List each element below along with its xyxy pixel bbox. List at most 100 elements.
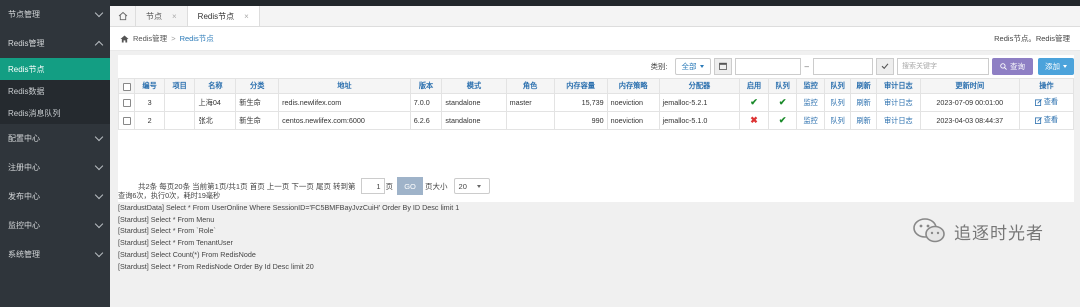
cell-refresh: 刷新 [850,93,877,112]
column-header[interactable]: 编号 [134,78,165,94]
log-line: [Stardust] Select Count(*) From RedisNod… [118,249,256,259]
column-header[interactable]: 队列 [767,78,798,94]
monitor-link[interactable]: 监控 [803,116,817,125]
queue-link[interactable]: 队列 [830,116,844,125]
start-date-input[interactable] [734,57,801,75]
redis-node-table: 编号 项目 名称 分类 地址 版本 模式 角色 内存容量 内存策略 分配器 启用… [117,78,1075,130]
column-header: 刷新 [850,78,877,94]
date-separator: – [804,61,809,71]
breadcrumb: Redis管理 > Redis节点 [120,33,214,44]
search-input[interactable]: 搜索关键字 [897,57,989,75]
category-value: 全部 [681,61,697,71]
check-icon[interactable] [876,57,894,75]
sidebar-group-redis-manage[interactable]: Redis管理 [0,29,110,58]
sidebar-item-redis-queue[interactable]: Redis消息队列 [0,102,110,124]
cell-policy: noeviction [606,111,660,130]
chevron-down-icon [94,219,104,229]
sidebar-group-registry[interactable]: 注册中心 [0,153,110,182]
column-header[interactable]: 项目 [163,78,196,94]
cell-address: centos.newlifex.com:6000 [278,111,411,130]
tab-redis-node[interactable]: Redis节点 × [187,6,260,26]
breadcrumb-separator: > [171,34,176,43]
row-select-cell[interactable] [117,93,136,112]
chevron-down-icon [94,132,104,142]
column-header[interactable]: 分类 [235,78,280,94]
check-icon: ✔ [778,115,787,125]
column-header[interactable]: 角色 [505,78,555,94]
cell-memory: 15,739 [553,93,608,112]
column-header[interactable]: 更新时间 [919,78,1020,94]
check-glyph [881,63,889,70]
select-all-cell[interactable] [117,78,136,94]
sidebar-group-label: 节点管理 [8,10,40,19]
sidebar-item-redis-node[interactable]: Redis节点 [0,58,110,80]
list-panel: 类别: 全部 – 搜索关键字 查询 添加 编号 项目 名称 分类 地址 版本 模… [117,55,1075,202]
view-button[interactable]: 查看 [1034,115,1058,125]
audit-log-link[interactable]: 审计日志 [884,98,913,107]
row-select-cell[interactable] [117,111,136,130]
breadcrumb-root[interactable]: Redis管理 [133,33,167,44]
query-button[interactable]: 查询 [992,57,1033,75]
log-line: [Stardust] Select * From RedisNode Order… [118,261,314,271]
page-title: Redis节点。Redis管理 [994,34,1070,43]
caret-down-icon [699,64,704,68]
column-header[interactable]: 内存策略 [606,78,660,94]
tab-node[interactable]: 节点 × [136,6,188,26]
main-content: Redis管理 > Redis节点 Redis节点。Redis管理 类别: 全部… [110,27,1080,307]
column-header[interactable]: 启用 [739,78,769,94]
column-header[interactable]: 名称 [194,78,237,94]
queue-link[interactable]: 队列 [830,98,844,107]
column-header[interactable]: 模式 [441,78,507,94]
column-header[interactable]: 版本 [409,78,443,94]
view-button[interactable]: 查看 [1034,97,1059,107]
row-checkbox[interactable] [122,99,131,108]
sidebar-item-redis-data[interactable]: Redis数据 [0,80,110,102]
cell-allocator: jemalloc-5.1.0 [658,111,741,130]
monitor-link[interactable]: 监控 [803,98,817,107]
cell-id: 2 [134,111,165,130]
add-button[interactable]: 添加 [1038,57,1074,75]
cell-address: redis.newlifex.com [278,93,411,112]
home-tab[interactable] [110,6,136,26]
check-icon: ✔ [778,97,787,107]
breadcrumb-current[interactable]: Redis节点 [180,33,214,44]
refresh-link[interactable]: 刷新 [856,98,870,107]
cell-monitor: 监控 [796,111,825,130]
column-header[interactable]: 地址 [278,78,411,94]
view-label: 查看 [1043,97,1059,107]
calendar-glyph [718,62,727,70]
table-header-row: 编号 项目 名称 分类 地址 版本 模式 角色 内存容量 内存策略 分配器 启用… [117,78,1075,94]
edit-icon [1034,116,1042,124]
sidebar-group-system[interactable]: 系统管理 [0,240,110,269]
cell-queue: 队列 [823,93,852,112]
audit-log-link[interactable]: 审计日志 [884,116,913,125]
sidebar-group-deploy[interactable]: 发布中心 [0,182,110,211]
sidebar-group-label: 系统管理 [8,250,40,259]
close-icon[interactable]: × [172,12,177,21]
chevron-down-icon [94,161,104,171]
column-header[interactable]: 分配器 [658,78,741,94]
cell-updated: 2023-04-03 08:44:37 [919,111,1020,130]
cell-project [163,93,196,112]
category-label: 类别: [650,61,668,71]
calendar-icon[interactable] [713,57,732,75]
row-checkbox[interactable] [122,117,131,126]
category-dropdown[interactable]: 全部 [674,57,711,75]
end-date-input[interactable] [813,57,873,75]
caret-down-icon [1063,64,1067,68]
sidebar-group-label: 发布中心 [8,192,40,201]
refresh-link[interactable]: 刷新 [856,116,870,125]
sidebar-group-monitor[interactable]: 监控中心 [0,211,110,240]
select-all-checkbox[interactable] [122,82,131,91]
sidebar-group-config[interactable]: 配置中心 [0,124,110,153]
close-icon[interactable]: × [244,12,249,21]
watermark: 追逐时光者 [912,217,1044,245]
search-toolbar: 类别: 全部 – 搜索关键字 查询 添加 [650,57,1074,75]
column-header[interactable]: 内存容量 [553,78,608,94]
cell-action: 查看 [1018,93,1075,112]
sidebar-group-node-manage[interactable]: 节点管理 [0,0,110,29]
home-icon [118,11,127,21]
cell-monitor: 监控 [796,93,825,112]
sidebar-item-label: Redis消息队列 [8,108,61,118]
log-line: [StardustData] Select * From UserOnline … [118,202,460,212]
